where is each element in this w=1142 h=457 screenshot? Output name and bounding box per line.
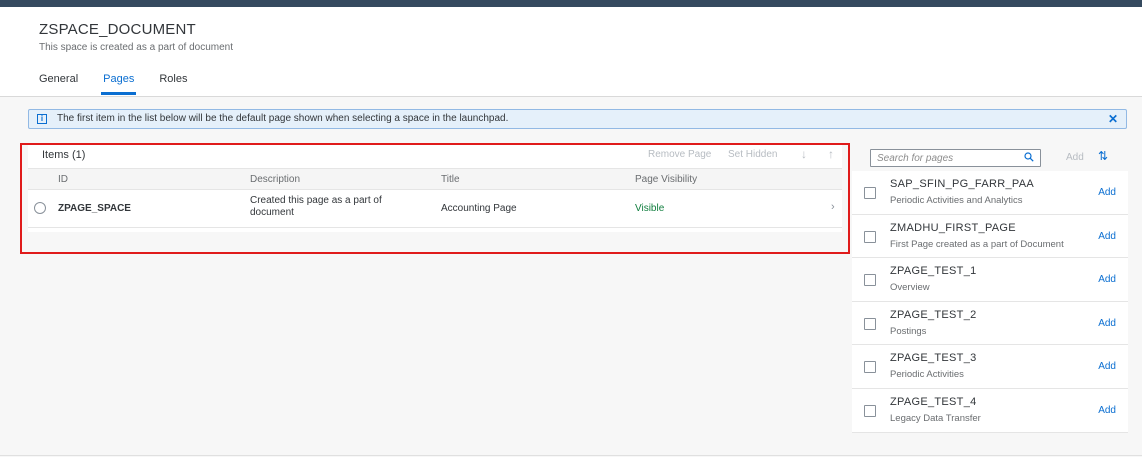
tab-roles[interactable]: Roles [159,69,187,95]
row-title: Accounting Page [441,203,517,214]
space-title: ZSPACE_DOCUMENT [39,21,196,38]
pages-content: i The first item in the list below will … [0,96,1142,457]
chevron-right-icon[interactable]: › [831,201,835,213]
tab-general[interactable]: General [39,69,78,95]
sort-icon[interactable]: ⇅ [1098,149,1108,163]
page-id: ZPAGE_TEST_3 [890,352,977,365]
select-checkbox[interactable] [864,317,876,330]
list-item[interactable]: ZPAGE_TEST_3 Periodic Activities Add [852,345,1128,389]
list-item[interactable]: SAP_SFIN_PG_FARR_PAA Periodic Activities… [852,171,1128,215]
table-toolbar: Items (1) Remove Page Set Hidden ↓ ↑ [28,144,842,166]
shell-bar [0,0,1142,7]
select-checkbox[interactable] [864,404,876,417]
add-page-button[interactable]: Add [1098,274,1116,285]
page-id: ZPAGE_TEST_4 [890,395,977,408]
select-checkbox[interactable] [864,187,876,199]
column-header-id: ID [58,174,68,185]
page-description: First Page created as a part of Document [890,238,1064,250]
search-icon[interactable] [1024,152,1034,162]
table-row[interactable]: ZPAGE_SPACE Created this page as a part … [28,190,842,228]
page-description: Periodic Activities and Analytics [890,195,1023,206]
tab-bar: General Pages Roles [39,69,212,95]
row-description: Created this page as a part of document [250,195,382,218]
page-description: Legacy Data Transfer [890,412,981,424]
footer-divider [0,455,1142,456]
add-page-button[interactable]: Add [1098,231,1116,242]
assigned-pages-table: Items (1) Remove Page Set Hidden ↓ ↑ ID … [28,144,842,232]
page-catalog-panel: Search for pages Add ⇅ SAP_SFIN_PG_FARR_… [852,144,1128,434]
column-header-visibility: Page Visibility [635,174,698,185]
page-description: Postings [890,325,927,337]
select-checkbox[interactable] [864,274,876,287]
table-header: ID Description Title Page Visibility [28,168,842,190]
add-selected-button[interactable]: Add [1066,152,1084,163]
page-description: Periodic Activities [890,369,964,381]
items-count-title: Items (1) [42,149,86,161]
page-description: Overview [890,282,930,294]
list-item[interactable]: ZPAGE_TEST_1 Overview Add [852,258,1128,302]
column-header-description: Description [250,174,301,185]
add-page-button[interactable]: Add [1098,405,1116,416]
add-page-button[interactable]: Add [1098,361,1116,372]
row-select-radio[interactable] [34,202,46,214]
search-placeholder: Search for pages [877,153,954,164]
move-up-icon[interactable]: ↑ [828,147,834,161]
close-icon[interactable]: ✕ [1108,112,1118,126]
move-down-icon[interactable]: ↓ [801,147,807,161]
list-item[interactable]: ZPAGE_TEST_2 Postings Add [852,301,1128,346]
row-visibility-status: Visible [635,203,665,214]
info-message-strip: i The first item in the list below will … [28,109,1127,129]
page-id: SAP_SFIN_PG_FARR_PAA [890,178,1034,190]
remove-page-button[interactable]: Remove Page [648,149,711,160]
select-checkbox[interactable] [864,361,876,374]
list-item[interactable]: ZMADHU_FIRST_PAGE First Page created as … [852,214,1128,259]
tab-pages[interactable]: Pages [101,69,137,95]
info-icon: i [37,114,47,124]
page-id: ZPAGE_TEST_1 [890,265,977,278]
space-subtitle: This space is created as a part of docum… [39,42,233,53]
select-checkbox[interactable] [864,230,876,243]
add-page-button[interactable]: Add [1098,318,1116,329]
page-id: ZPAGE_TEST_2 [890,308,977,321]
add-page-button[interactable]: Add [1098,187,1116,198]
list-item[interactable]: ZPAGE_TEST_4 Legacy Data Transfer Add [852,388,1128,433]
column-header-title: Title [441,174,460,185]
info-message-text: The first item in the list below will be… [57,113,509,124]
search-input[interactable]: Search for pages [870,149,1041,167]
row-id: ZPAGE_SPACE [58,203,131,214]
set-hidden-button[interactable]: Set Hidden [728,149,777,160]
space-header: ZSPACE_DOCUMENT This space is created as… [0,7,1142,96]
catalog-page-list: SAP_SFIN_PG_FARR_PAA Periodic Activities… [852,171,1128,433]
page-id: ZMADHU_FIRST_PAGE [890,221,1016,234]
